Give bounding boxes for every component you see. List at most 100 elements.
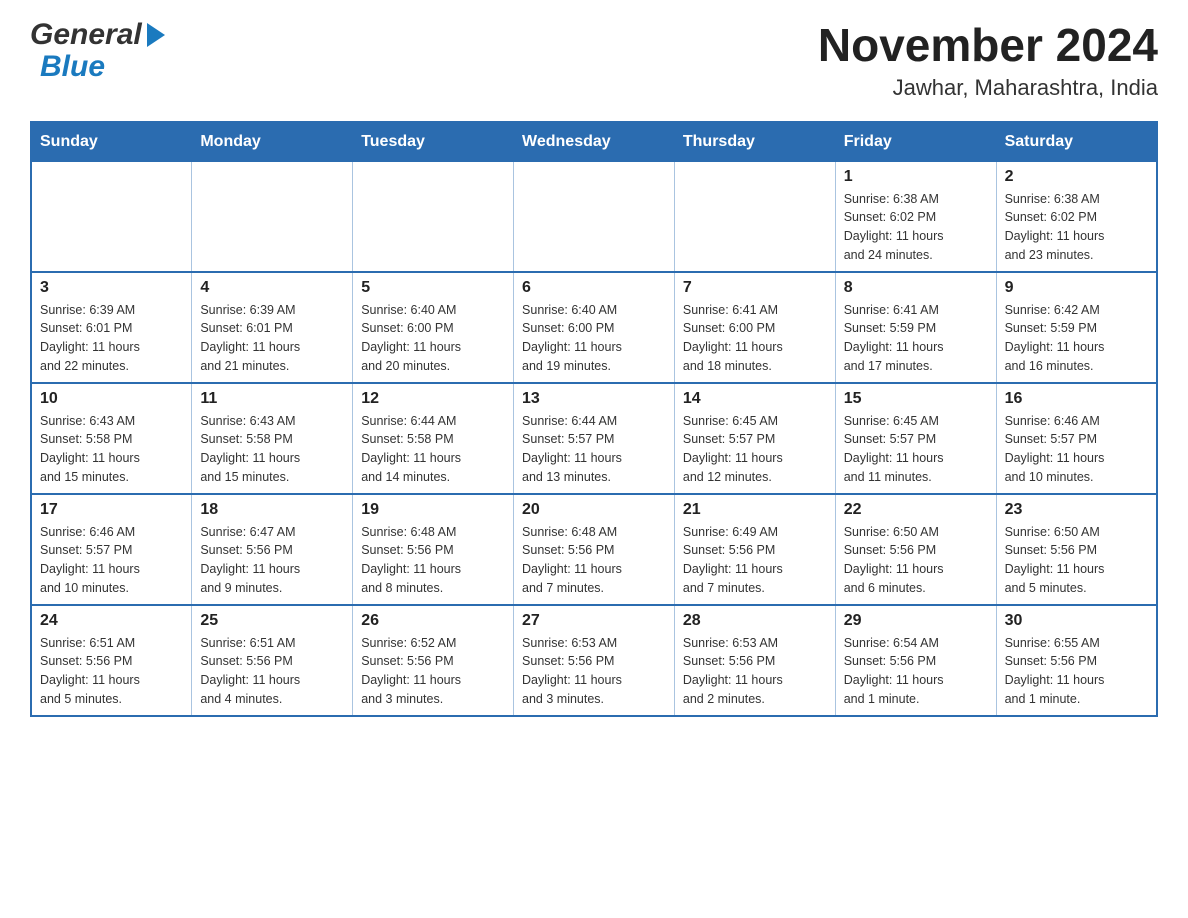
day-number: 10 <box>40 390 183 408</box>
day-info: Sunrise: 6:52 AM Sunset: 5:56 PM Dayligh… <box>361 634 505 709</box>
day-info: Sunrise: 6:51 AM Sunset: 5:56 PM Dayligh… <box>200 634 344 709</box>
day-number: 23 <box>1005 501 1148 519</box>
day-info: Sunrise: 6:50 AM Sunset: 5:56 PM Dayligh… <box>844 523 988 598</box>
day-number: 22 <box>844 501 988 519</box>
calendar-cell: 1 Sunrise: 6:38 AM Sunset: 6:02 PM Daylig… <box>835 161 996 272</box>
day-number: 3 <box>40 279 183 297</box>
day-info: Sunrise: 6:49 AM Sunset: 5:56 PM Dayligh… <box>683 523 827 598</box>
day-info: Sunrise: 6:41 AM Sunset: 6:00 PM Dayligh… <box>683 301 827 376</box>
weekday-header-sunday: Sunday <box>31 122 192 162</box>
day-number: 27 <box>522 612 666 630</box>
calendar-cell: 21 Sunrise: 6:49 AM Sunset: 5:56 PM Dayli… <box>674 494 835 605</box>
day-number: 28 <box>683 612 827 630</box>
weekday-header-monday: Monday <box>192 122 353 162</box>
day-info: Sunrise: 6:45 AM Sunset: 5:57 PM Dayligh… <box>844 412 988 487</box>
calendar-cell: 11 Sunrise: 6:43 AM Sunset: 5:58 PM Dayli… <box>192 383 353 494</box>
calendar-cell <box>674 161 835 272</box>
calendar-week-row: 24 Sunrise: 6:51 AM Sunset: 5:56 PM Dayli… <box>31 605 1157 716</box>
calendar-cell: 17Sunrise: 6:46 AM Sunset: 5:57 PM Dayli… <box>31 494 192 605</box>
calendar-week-row: 1 Sunrise: 6:38 AM Sunset: 6:02 PM Daylig… <box>31 161 1157 272</box>
calendar-cell: 25 Sunrise: 6:51 AM Sunset: 5:56 PM Dayli… <box>192 605 353 716</box>
day-info: Sunrise: 6:46 AM Sunset: 5:57 PM Dayligh… <box>40 523 183 598</box>
day-info: Sunrise: 6:39 AM Sunset: 6:01 PM Dayligh… <box>200 301 344 376</box>
logo-blue-text: Blue <box>40 50 105 84</box>
day-number: 26 <box>361 612 505 630</box>
day-info: Sunrise: 6:39 AM Sunset: 6:01 PM Dayligh… <box>40 301 183 376</box>
calendar-week-row: 3 Sunrise: 6:39 AM Sunset: 6:01 PM Daylig… <box>31 272 1157 383</box>
day-info: Sunrise: 6:51 AM Sunset: 5:56 PM Dayligh… <box>40 634 183 709</box>
calendar-cell <box>514 161 675 272</box>
calendar-cell: 29Sunrise: 6:54 AM Sunset: 5:56 PM Dayli… <box>835 605 996 716</box>
calendar-table: SundayMondayTuesdayWednesdayThursdayFrid… <box>30 121 1158 717</box>
day-info: Sunrise: 6:47 AM Sunset: 5:56 PM Dayligh… <box>200 523 344 598</box>
calendar-cell: 10Sunrise: 6:43 AM Sunset: 5:58 PM Dayli… <box>31 383 192 494</box>
day-number: 29 <box>844 612 988 630</box>
calendar-cell <box>192 161 353 272</box>
day-number: 11 <box>200 390 344 408</box>
calendar-cell: 23 Sunrise: 6:50 AM Sunset: 5:56 PM Dayli… <box>996 494 1157 605</box>
day-info: Sunrise: 6:48 AM Sunset: 5:56 PM Dayligh… <box>522 523 666 598</box>
calendar-week-row: 17Sunrise: 6:46 AM Sunset: 5:57 PM Dayli… <box>31 494 1157 605</box>
calendar-cell: 20 Sunrise: 6:48 AM Sunset: 5:56 PM Dayli… <box>514 494 675 605</box>
day-number: 14 <box>683 390 827 408</box>
day-number: 18 <box>200 501 344 519</box>
day-info: Sunrise: 6:55 AM Sunset: 5:56 PM Dayligh… <box>1005 634 1148 709</box>
weekday-header-friday: Friday <box>835 122 996 162</box>
day-number: 5 <box>361 279 505 297</box>
day-number: 9 <box>1005 279 1148 297</box>
logo: General Blue <box>30 20 167 84</box>
day-info: Sunrise: 6:42 AM Sunset: 5:59 PM Dayligh… <box>1005 301 1148 376</box>
calendar-cell: 15Sunrise: 6:45 AM Sunset: 5:57 PM Dayli… <box>835 383 996 494</box>
calendar-cell: 26 Sunrise: 6:52 AM Sunset: 5:56 PM Dayli… <box>353 605 514 716</box>
day-info: Sunrise: 6:43 AM Sunset: 5:58 PM Dayligh… <box>200 412 344 487</box>
calendar-cell: 12 Sunrise: 6:44 AM Sunset: 5:58 PM Dayli… <box>353 383 514 494</box>
day-number: 2 <box>1005 168 1148 186</box>
calendar-cell: 2 Sunrise: 6:38 AM Sunset: 6:02 PM Daylig… <box>996 161 1157 272</box>
day-number: 19 <box>361 501 505 519</box>
day-info: Sunrise: 6:38 AM Sunset: 6:02 PM Dayligh… <box>1005 190 1148 265</box>
day-info: Sunrise: 6:44 AM Sunset: 5:57 PM Dayligh… <box>522 412 666 487</box>
calendar-cell <box>353 161 514 272</box>
day-info: Sunrise: 6:50 AM Sunset: 5:56 PM Dayligh… <box>1005 523 1148 598</box>
calendar-cell: 5 Sunrise: 6:40 AM Sunset: 6:00 PM Daylig… <box>353 272 514 383</box>
day-number: 13 <box>522 390 666 408</box>
weekday-header-wednesday: Wednesday <box>514 122 675 162</box>
calendar-cell: 7 Sunrise: 6:41 AM Sunset: 6:00 PM Daylig… <box>674 272 835 383</box>
day-number: 7 <box>683 279 827 297</box>
location-text: Jawhar, Maharashtra, India <box>818 75 1158 101</box>
day-info: Sunrise: 6:44 AM Sunset: 5:58 PM Dayligh… <box>361 412 505 487</box>
day-number: 4 <box>200 279 344 297</box>
calendar-cell: 18 Sunrise: 6:47 AM Sunset: 5:56 PM Dayli… <box>192 494 353 605</box>
weekday-header-row: SundayMondayTuesdayWednesdayThursdayFrid… <box>31 122 1157 162</box>
day-number: 12 <box>361 390 505 408</box>
calendar-cell: 19Sunrise: 6:48 AM Sunset: 5:56 PM Dayli… <box>353 494 514 605</box>
day-number: 30 <box>1005 612 1148 630</box>
calendar-cell: 9 Sunrise: 6:42 AM Sunset: 5:59 PM Daylig… <box>996 272 1157 383</box>
calendar-cell: 28Sunrise: 6:53 AM Sunset: 5:56 PM Dayli… <box>674 605 835 716</box>
logo-general-text: General <box>30 20 142 50</box>
title-area: November 2024 Jawhar, Maharashtra, India <box>818 20 1158 101</box>
calendar-cell: 30 Sunrise: 6:55 AM Sunset: 5:56 PM Dayli… <box>996 605 1157 716</box>
logo-triangle-icon <box>145 21 167 49</box>
day-number: 24 <box>40 612 183 630</box>
day-number: 20 <box>522 501 666 519</box>
calendar-cell: 3 Sunrise: 6:39 AM Sunset: 6:01 PM Daylig… <box>31 272 192 383</box>
day-info: Sunrise: 6:41 AM Sunset: 5:59 PM Dayligh… <box>844 301 988 376</box>
day-info: Sunrise: 6:40 AM Sunset: 6:00 PM Dayligh… <box>361 301 505 376</box>
day-info: Sunrise: 6:40 AM Sunset: 6:00 PM Dayligh… <box>522 301 666 376</box>
day-info: Sunrise: 6:38 AM Sunset: 6:02 PM Dayligh… <box>844 190 988 265</box>
calendar-cell: 4 Sunrise: 6:39 AM Sunset: 6:01 PM Daylig… <box>192 272 353 383</box>
day-info: Sunrise: 6:46 AM Sunset: 5:57 PM Dayligh… <box>1005 412 1148 487</box>
weekday-header-thursday: Thursday <box>674 122 835 162</box>
day-number: 6 <box>522 279 666 297</box>
day-number: 1 <box>844 168 988 186</box>
day-number: 25 <box>200 612 344 630</box>
day-number: 21 <box>683 501 827 519</box>
day-info: Sunrise: 6:53 AM Sunset: 5:56 PM Dayligh… <box>522 634 666 709</box>
day-info: Sunrise: 6:45 AM Sunset: 5:57 PM Dayligh… <box>683 412 827 487</box>
calendar-cell: 13 Sunrise: 6:44 AM Sunset: 5:57 PM Dayli… <box>514 383 675 494</box>
calendar-cell: 14 Sunrise: 6:45 AM Sunset: 5:57 PM Dayli… <box>674 383 835 494</box>
calendar-cell: 6 Sunrise: 6:40 AM Sunset: 6:00 PM Daylig… <box>514 272 675 383</box>
day-number: 16 <box>1005 390 1148 408</box>
month-title: November 2024 <box>818 20 1158 71</box>
